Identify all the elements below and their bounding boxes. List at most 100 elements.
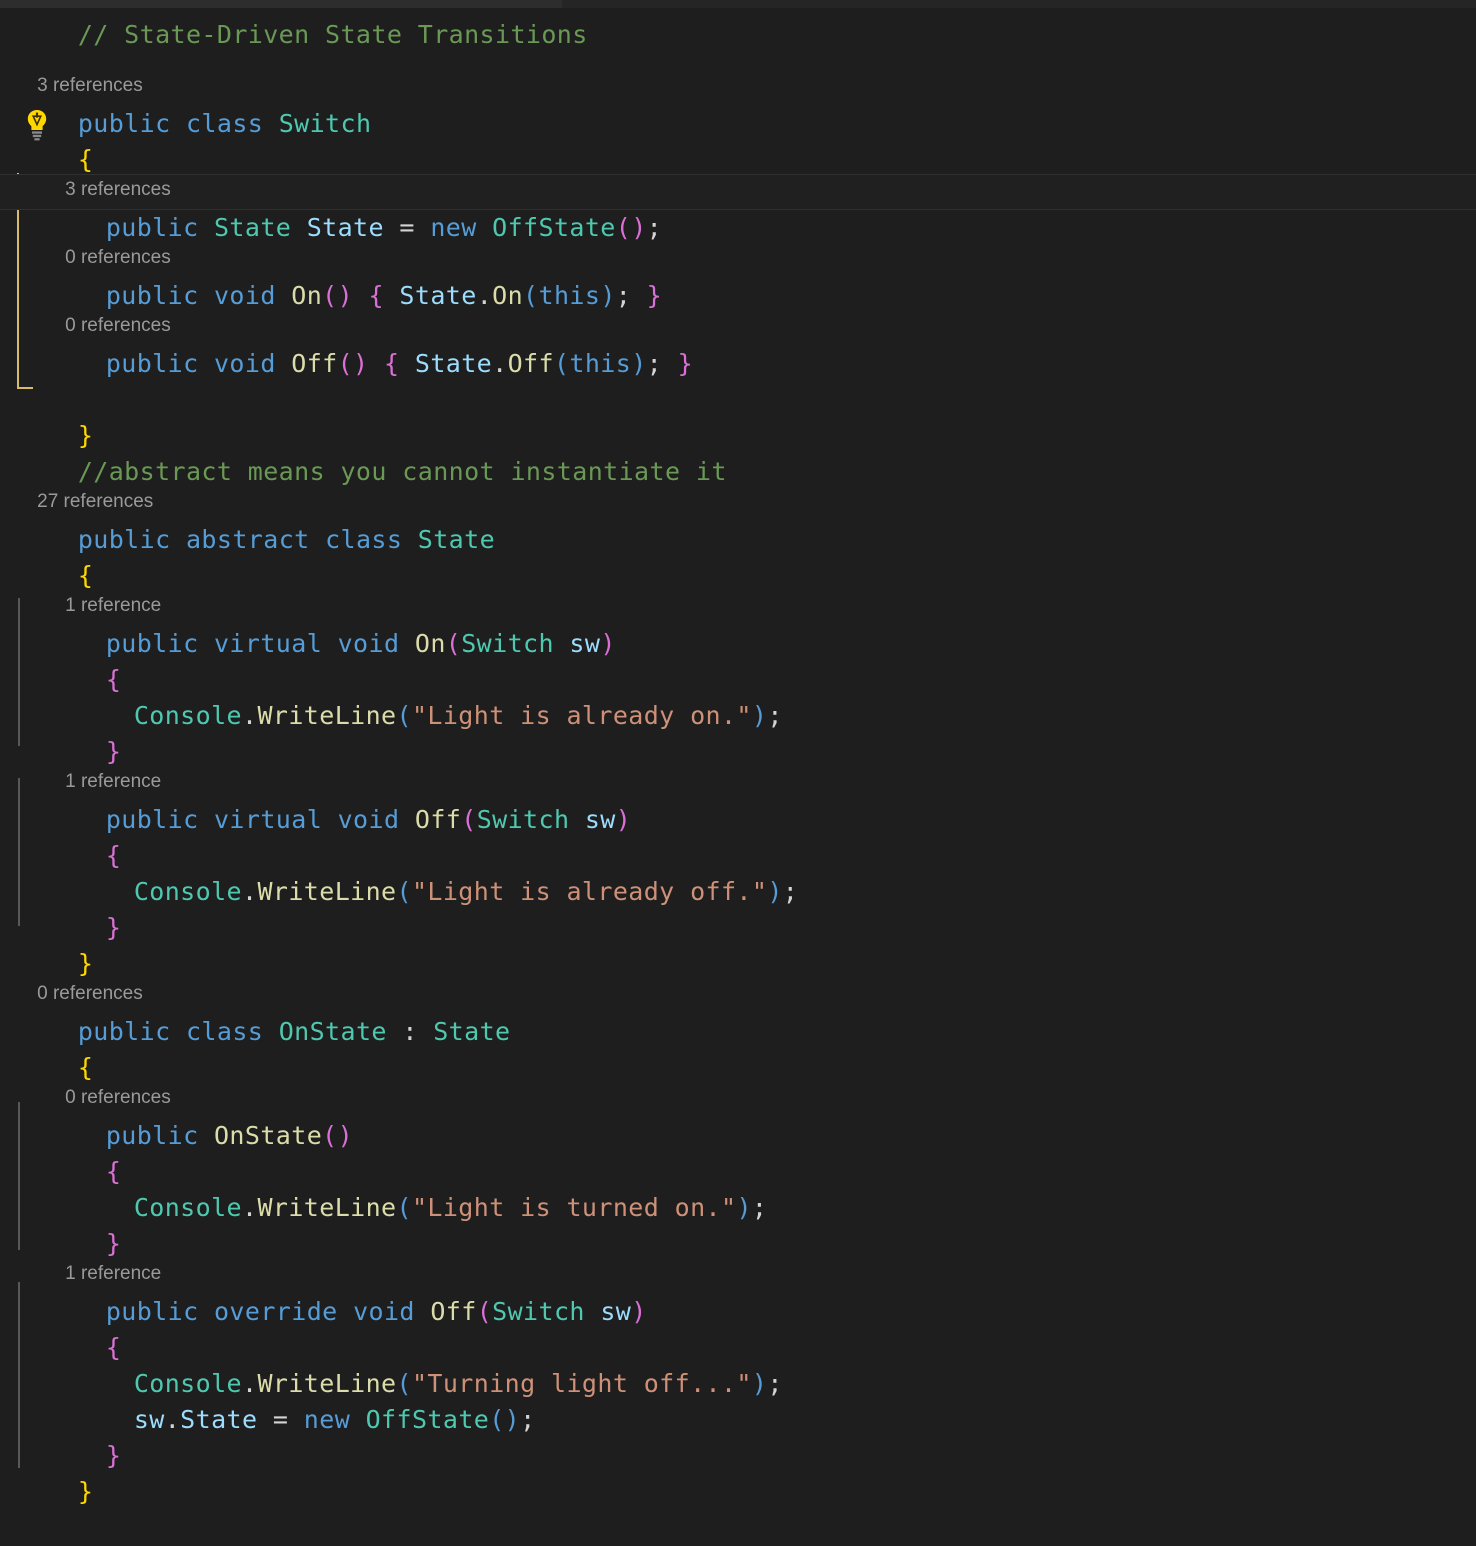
code-line-onstate-decl[interactable]: public class OnState : State [0,978,1476,1046]
semicolon: ; [646,349,663,378]
method-name-off: Off [430,1297,477,1326]
code-line-state-on-signature[interactable]: public virtual void On(Switch sw) [0,590,1476,658]
code-line-header-comment[interactable]: // State-Driven State Transitions [0,8,1476,47]
dot: . [241,877,258,906]
state-declaration: public abstract class State [62,522,495,558]
lparen: ( [396,1369,412,1398]
dot: . [241,701,258,730]
dot: . [241,1369,258,1398]
dot: . [492,349,508,378]
code-line-state-decl[interactable]: public abstract class State [0,486,1476,554]
type-offstate: OffState [492,213,616,242]
brace-open: { [105,1157,122,1186]
code-line-state-off-signature[interactable]: public virtual void Off(Switch sw) [0,766,1476,834]
state-assignment: sw.State = new OffState(); [62,1402,536,1438]
semicolon: ; [782,877,799,906]
ctor-name-onstate: OnState [213,1121,323,1150]
codelens-label: 3 references [37,75,143,96]
param-name-sw: sw [569,629,601,658]
brace-switch-open: { [77,145,94,174]
kw-void: void [337,805,400,834]
call-writeline: WriteLine [257,877,397,906]
kw-public: public [105,281,199,310]
call-writeline: WriteLine [257,1193,397,1222]
param-name-sw: sw [584,805,616,834]
brace-onstate-close: } [77,1477,94,1506]
var-sw: sw [133,1405,165,1434]
rparen: ) [751,701,768,730]
method-name-on: On [291,281,323,310]
brace-open: { [105,665,122,694]
code-line-switch-close-brace[interactable]: } [0,382,1476,450]
code-line-onstate-off-signature[interactable]: public override void Off(Switch sw) [0,1258,1476,1326]
parens: () [489,1405,521,1434]
codelens-label: 1 reference [65,595,162,616]
param-type-switch: Switch [461,629,554,658]
code-line-switch-decl[interactable]: public class Switch [0,70,1476,138]
code-line-onstate-ctor-body[interactable]: Console.WriteLine("Light is turned on.")… [0,1154,1476,1222]
code-line-state-off-body[interactable]: Console.WriteLine("Light is already off.… [0,838,1476,906]
method-name-off: Off [414,805,462,834]
codelens-onstate-off[interactable]: 1 reference [0,1226,1476,1284]
onstate-declaration: public class OnState : State [62,1014,511,1050]
code-line-switch-on[interactable]: public void On() { State.On(this); } [0,242,1476,310]
kw-public: public [77,1017,171,1046]
lparen: ( [461,805,477,834]
brace-switch-close: } [77,421,94,450]
codelens-onstate-class[interactable]: 0 references [0,946,1476,1004]
codelens-state-on[interactable]: 1 reference [0,558,1476,616]
code-line-state-close-brace[interactable]: } [0,910,1476,978]
string-literal: "Light is turned on." [411,1193,737,1222]
op-equals: = [399,213,415,242]
tab-strip-segment-b[interactable] [562,0,848,8]
code-line-state-field[interactable]: public State State = new OffState(); [0,174,1476,242]
code-line-state-on-body[interactable]: Console.WriteLine("Light is already on."… [0,662,1476,730]
code-editor-surface[interactable]: // State-Driven State Transitions 3 refe… [0,8,1476,1514]
codelens-label: 0 references [65,247,171,268]
tab-strip-segment-c[interactable] [848,0,1476,8]
param-name-sw: sw [600,1297,632,1326]
kw-new: new [303,1405,351,1434]
state-field-declaration: public State State = new OffState(); [62,210,662,246]
kw-public: public [105,805,199,834]
code-line-onstate-ctor-signature[interactable]: public OnState() [0,1082,1476,1150]
lightbulb-icon[interactable] [22,108,52,142]
codelens-state-off[interactable]: 1 reference [0,734,1476,792]
codelens-label: 1 reference [65,771,162,792]
string-literal: "Light is already off." [411,877,768,906]
rparen: ) [631,1297,647,1326]
rparen: ) [600,281,616,310]
brace-state-open: { [77,561,94,590]
codelens-label: 0 references [65,1087,171,1108]
kw-class: class [185,1017,264,1046]
tab-strip-segment-active[interactable] [0,0,562,8]
writeline-call: Console.WriteLine("Light is already off.… [62,874,798,910]
codelens-onstate-ctor[interactable]: 0 references [0,1050,1476,1108]
dot: . [476,281,493,310]
lparen: ( [396,701,412,730]
code-line-onstate-off-write[interactable]: Console.WriteLine("Turning light off..."… [0,1330,1476,1398]
kw-public: public [77,525,171,554]
param-type-switch: Switch [476,805,570,834]
kw-void: void [213,281,276,310]
code-line-switch-off[interactable]: public void Off() { State.Off(this); } [0,310,1476,378]
kw-override: override [213,1297,338,1326]
kw-public: public [105,1121,199,1150]
codelens-label: 27 references [37,491,154,512]
codelens-label: 3 references [65,179,171,200]
kw-class: class [325,525,403,554]
dot: . [241,1193,258,1222]
string-literal: "Turning light off..." [411,1369,752,1398]
parens: () [322,1121,354,1150]
method-name-off: Off [291,349,338,378]
editor-tab-strip[interactable] [0,0,1476,8]
field-state: State [180,1405,258,1434]
state-off-signature: public virtual void Off(Switch sw) [62,802,631,838]
code-line-onstate-close-brace[interactable]: } [0,1438,1476,1506]
brace-open: { [383,349,400,378]
code-line-abstract-comment[interactable]: //abstract means you cannot instantiate … [0,418,1476,486]
field-ref-state: State [414,349,493,378]
call-writeline: WriteLine [257,1369,397,1398]
writeline-call: Console.WriteLine("Turning light off..."… [62,1366,783,1402]
codelens-state-field[interactable]: 3 references [0,142,1476,200]
